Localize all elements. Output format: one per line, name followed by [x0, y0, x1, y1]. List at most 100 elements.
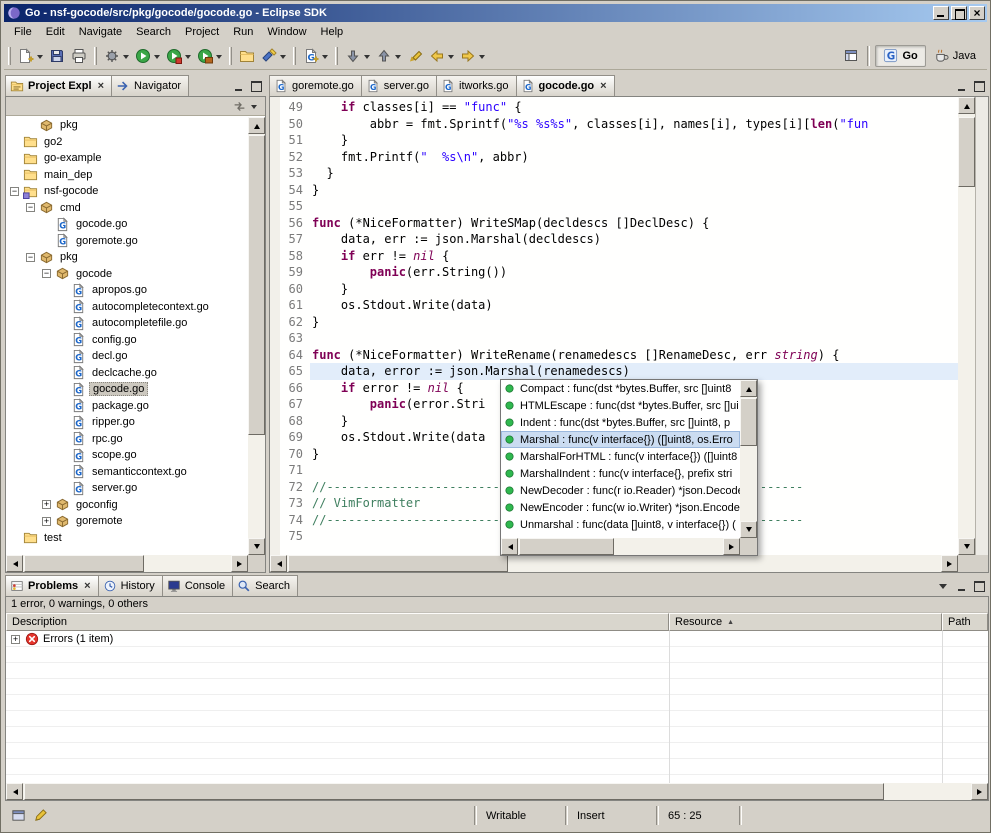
- autocomplete-item[interactable]: MarshalForHTML : func(v interface{}) ([]…: [501, 448, 740, 465]
- restore-button[interactable]: [951, 6, 967, 20]
- forward-button[interactable]: [458, 45, 487, 67]
- scroll-right-button[interactable]: [231, 555, 248, 572]
- scroll-up-button[interactable]: [958, 97, 975, 114]
- code-line-58[interactable]: 58 if err != nil {: [270, 248, 958, 265]
- code-line-51[interactable]: 51 }: [270, 132, 958, 149]
- tree-item-goconfig[interactable]: +goconfig: [6, 497, 248, 514]
- column-header-description[interactable]: Description: [6, 613, 669, 631]
- explorer-tab-navigator[interactable]: Navigator: [111, 75, 189, 96]
- column-header-resource[interactable]: Resource▲: [669, 613, 942, 631]
- editor-tab-itworks-go[interactable]: itworks.go: [436, 75, 517, 96]
- tree-item-cmd[interactable]: −cmd: [6, 200, 248, 217]
- close-icon[interactable]: ×: [600, 81, 606, 91]
- tree-item-pkg[interactable]: −pkg: [6, 249, 248, 266]
- view-tab-console[interactable]: Console: [162, 575, 233, 596]
- dropdown-arrow-icon[interactable]: [280, 55, 286, 62]
- code-line-62[interactable]: 62}: [270, 314, 958, 331]
- maximize-view-button[interactable]: [971, 579, 987, 593]
- maximize-editor-button[interactable]: [971, 79, 987, 93]
- autocomplete-item[interactable]: HTMLEscape : func(dst *bytes.Buffer, src…: [501, 397, 740, 414]
- menu-search[interactable]: Search: [129, 23, 178, 41]
- last-edit-button[interactable]: [405, 45, 425, 67]
- menu-navigate[interactable]: Navigate: [72, 23, 129, 41]
- scrollbar-thumb[interactable]: [24, 783, 884, 800]
- expander-minus-icon[interactable]: −: [42, 269, 51, 278]
- dropdown-arrow-icon[interactable]: [123, 55, 129, 62]
- scrollbar-thumb[interactable]: [248, 135, 265, 435]
- tree-item-go-example[interactable]: go-example: [6, 150, 248, 167]
- code-line-63[interactable]: 63: [270, 330, 958, 347]
- expander-minus-icon[interactable]: −: [26, 203, 35, 212]
- code-line-60[interactable]: 60 }: [270, 281, 958, 298]
- fast-view-button[interactable]: [8, 806, 28, 824]
- tree-item-go2[interactable]: go2: [6, 134, 248, 151]
- autocomplete-item[interactable]: Compact : func(dst *bytes.Buffer, src []…: [501, 380, 740, 397]
- dropdown-arrow-icon[interactable]: [216, 55, 222, 62]
- tree-item-gocode[interactable]: −gocode: [6, 266, 248, 283]
- tree-item-goremote[interactable]: +goremote: [6, 513, 248, 530]
- tree-item-gocode-go[interactable]: gocode.go: [6, 381, 248, 398]
- scrollbar-thumb[interactable]: [958, 117, 975, 187]
- dropdown-arrow-icon[interactable]: [37, 55, 43, 62]
- debug-config-button[interactable]: [102, 45, 131, 67]
- tree-item-ripper-go[interactable]: ripper.go: [6, 414, 248, 431]
- code-line-50[interactable]: 50 abbr = fmt.Sprintf("%s %s%s", classes…: [270, 116, 958, 133]
- problems-horizontal-scrollbar[interactable]: [6, 783, 988, 800]
- code-line-65[interactable]: 65 data, error := json.Marshal(renamedes…: [270, 363, 958, 380]
- tree-item-autocompletecontext-go[interactable]: autocompletecontext.go: [6, 299, 248, 316]
- open-folder-button[interactable]: [237, 45, 257, 67]
- tree-item-gocode-go[interactable]: gocode.go: [6, 216, 248, 233]
- autocomplete-item[interactable]: Unmarshal : func(data []uint8, v interfa…: [501, 516, 740, 533]
- dropdown-arrow-icon[interactable]: [322, 55, 328, 62]
- tree-item-test[interactable]: test: [6, 530, 248, 547]
- expander-minus-icon[interactable]: −: [10, 187, 19, 196]
- new-go-file-button[interactable]: [301, 45, 330, 67]
- expander-plus-icon[interactable]: +: [42, 500, 51, 509]
- scrollbar-thumb[interactable]: [288, 555, 508, 572]
- menu-file[interactable]: File: [7, 23, 39, 41]
- minimize-view-button[interactable]: [230, 79, 246, 93]
- dropdown-arrow-icon[interactable]: [448, 55, 454, 62]
- menu-help[interactable]: Help: [314, 23, 351, 41]
- column-header-path[interactable]: Path: [942, 613, 988, 631]
- scroll-up-button[interactable]: [248, 117, 265, 134]
- dropdown-arrow-icon[interactable]: [364, 55, 370, 62]
- view-tab-problems[interactable]: Problems×: [5, 575, 99, 596]
- search-button[interactable]: [259, 45, 288, 67]
- scroll-right-button[interactable]: [723, 538, 740, 555]
- expander-minus-icon[interactable]: −: [26, 253, 35, 262]
- tree-item-rpc-go[interactable]: rpc.go: [6, 431, 248, 448]
- scroll-right-button[interactable]: [971, 783, 988, 800]
- expander-plus-icon[interactable]: +: [42, 517, 51, 526]
- code-line-64[interactable]: 64func (*NiceFormatter) WriteRename(rena…: [270, 347, 958, 364]
- minimize-editor-button[interactable]: [953, 79, 969, 93]
- tree-item-declcache-go[interactable]: declcache.go: [6, 365, 248, 382]
- code-line-54[interactable]: 54}: [270, 182, 958, 199]
- editor-tab-gocode-go[interactable]: gocode.go×: [516, 75, 615, 96]
- scroll-up-button[interactable]: [740, 380, 757, 397]
- autocomplete-item[interactable]: MarshalIndent : func(v interface{}, pref…: [501, 465, 740, 482]
- code-line-61[interactable]: 61 os.Stdout.Write(data): [270, 297, 958, 314]
- tree-item-pkg[interactable]: pkg: [6, 117, 248, 134]
- autocomplete-vertical-scrollbar[interactable]: [740, 380, 757, 538]
- dropdown-arrow-icon[interactable]: [395, 55, 401, 62]
- scroll-down-button[interactable]: [248, 538, 265, 555]
- view-tab-history[interactable]: History: [98, 575, 163, 596]
- code-line-53[interactable]: 53 }: [270, 165, 958, 182]
- explorer-horizontal-scrollbar[interactable]: [6, 555, 248, 572]
- tree-item-decl-go[interactable]: decl.go: [6, 348, 248, 365]
- menu-run[interactable]: Run: [226, 23, 260, 41]
- code-line-52[interactable]: 52 fmt.Printf(" %s\n", abbr): [270, 149, 958, 166]
- minimize-view-button[interactable]: [953, 579, 969, 593]
- view-tab-search[interactable]: Search: [232, 575, 298, 596]
- tree-item-server-go[interactable]: server.go: [6, 480, 248, 497]
- run-button[interactable]: [133, 45, 162, 67]
- editor-tab-server-go[interactable]: server.go: [361, 75, 437, 96]
- scroll-down-button[interactable]: [740, 521, 757, 538]
- close-button[interactable]: [969, 6, 985, 20]
- autocomplete-item[interactable]: NewDecoder : func(r io.Reader) *json.Dec…: [501, 482, 740, 499]
- menu-project[interactable]: Project: [178, 23, 226, 41]
- close-icon[interactable]: ×: [98, 81, 104, 91]
- tree-item-autocompletefile-go[interactable]: autocompletefile.go: [6, 315, 248, 332]
- tree-item-main-dep[interactable]: main_dep: [6, 167, 248, 184]
